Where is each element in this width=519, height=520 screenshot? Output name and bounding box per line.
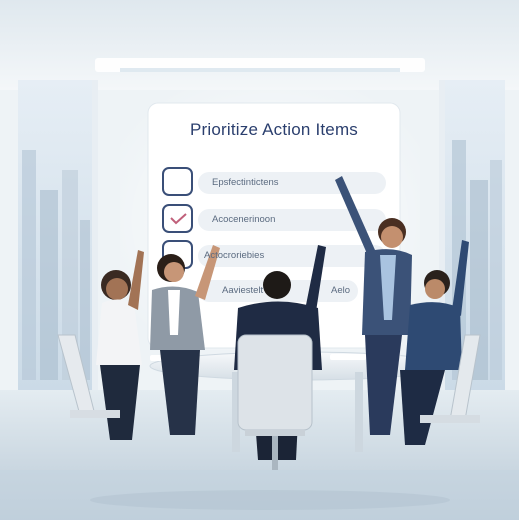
screen-title: Prioritize Action Items: [189, 120, 359, 139]
checkbox-2: [162, 204, 193, 233]
left-window: [18, 80, 98, 410]
action-item-label: Acocenerinoon: [212, 214, 276, 225]
action-item-label: Actocroriebies: [204, 250, 265, 261]
meeting-room-scene: Prioritize Action Items Epsfectintictens…: [0, 0, 519, 520]
checkbox-1: [162, 167, 193, 196]
trailing-label: Aelo: [331, 285, 351, 296]
action-item-label: Aaviestelt: [222, 285, 264, 296]
action-item-label: Epsfectintictens: [212, 177, 279, 188]
